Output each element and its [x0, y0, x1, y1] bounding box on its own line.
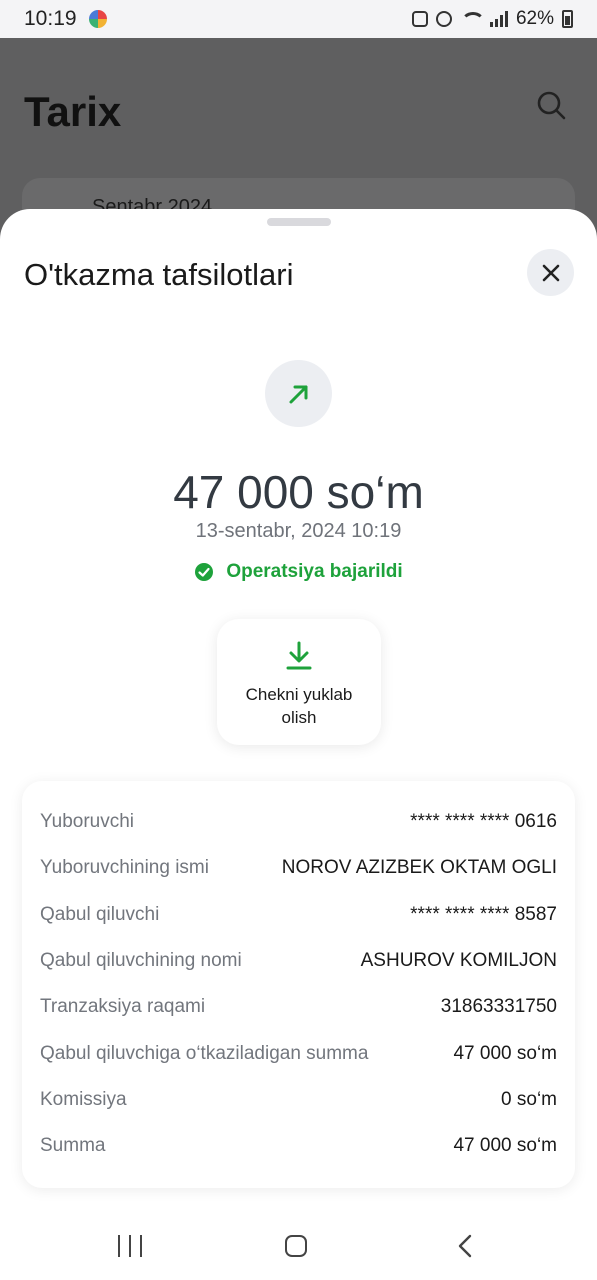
arrow-up-right-icon — [289, 385, 307, 403]
recent-apps-icon[interactable] — [118, 1235, 142, 1257]
detail-label: Komissiya — [40, 1088, 127, 1110]
outgoing-transfer-badge — [265, 360, 332, 427]
alarm-icon — [435, 11, 452, 27]
sheet-title: O'tkazma tafsilotlari — [24, 257, 294, 292]
page-title: Tarix — [24, 88, 122, 135]
status-icons: 62% — [411, 8, 573, 30]
detail-row-total: Summa 47 000 so‘m — [40, 1123, 557, 1169]
detail-label: Summa — [40, 1135, 106, 1157]
download-receipt-button[interactable]: Chekni yuklab olish — [217, 619, 381, 745]
detail-row-recipient-name: Qabul qiluvchining nomi ASHUROV KOMILJON — [40, 938, 557, 984]
wifi-icon — [460, 11, 482, 27]
details-card: Yuboruvchi **** **** **** 0616 Yuboruvch… — [22, 781, 575, 1188]
detail-label: Qabul qiluvchi — [40, 903, 160, 925]
detail-value: **** **** **** 0616 — [410, 811, 557, 833]
download-icon — [286, 641, 312, 670]
detail-row-transaction-number: Tranzaksiya raqami 31863331750 — [40, 984, 557, 1030]
detail-value: NOROV AZIZBEK OKTAM OGLI — [281, 857, 557, 879]
signal-icon — [489, 11, 508, 27]
detail-value: 47 000 so‘m — [453, 1042, 557, 1064]
sheet-handle[interactable] — [267, 218, 331, 226]
detail-row-sender-name: Yuboruvchining ismi NOROV AZIZBEK OKTAM … — [40, 845, 557, 891]
detail-value: 31863331750 — [440, 996, 557, 1018]
status-bar: 10:19 62% — [0, 0, 597, 38]
system-nav-bar — [0, 1210, 597, 1280]
lock-icon — [411, 11, 428, 27]
battery-percent: 62% — [515, 8, 554, 29]
detail-label: Yuboruvchining ismi — [40, 857, 209, 879]
home-icon[interactable] — [285, 1235, 307, 1257]
close-icon — [542, 264, 559, 281]
detail-value: **** **** **** 8587 — [410, 903, 557, 925]
back-icon[interactable] — [455, 1234, 475, 1258]
detail-row-recipient: Qabul qiluvchi **** **** **** 8587 — [40, 892, 557, 938]
close-button[interactable] — [527, 249, 574, 296]
detail-row-commission: Komissiya 0 so‘m — [40, 1077, 557, 1123]
search-icon[interactable] — [536, 90, 566, 120]
detail-value: 47 000 so‘m — [453, 1135, 557, 1157]
detail-label: Tranzaksiya raqami — [40, 996, 206, 1018]
detail-value: ASHUROV KOMILJON — [360, 950, 557, 972]
download-receipt-label: Chekni yuklab olish — [245, 685, 353, 727]
status-text: Operatsiya bajarildi — [226, 561, 403, 582]
detail-row-sender: Yuboruvchi **** **** **** 0616 — [40, 799, 557, 845]
transfer-date: 13-sentabr, 2024 10:19 — [195, 520, 402, 542]
detail-label: Qabul qiluvchining nomi — [40, 950, 242, 972]
detail-row-recipient-amount: Qabul qiluvchiga o‘tkaziladigan summa 47… — [40, 1030, 557, 1076]
transfer-amount: 47 000 so‘m — [173, 466, 424, 518]
detail-label: Qabul qiluvchiga o‘tkaziladigan summa — [40, 1042, 369, 1064]
battery-icon — [562, 10, 573, 28]
detail-value: 0 so‘m — [501, 1088, 557, 1110]
app-icon — [88, 10, 107, 28]
status-badge: Operatsiya bajarildi — [0, 561, 597, 583]
status-time: 10:19 — [24, 7, 77, 30]
detail-label: Yuboruvchi — [40, 811, 135, 833]
transfer-details-sheet: O'tkazma tafsilotlari 47 000 so‘m 13-sen… — [0, 209, 597, 1280]
check-circle-icon — [195, 563, 214, 581]
